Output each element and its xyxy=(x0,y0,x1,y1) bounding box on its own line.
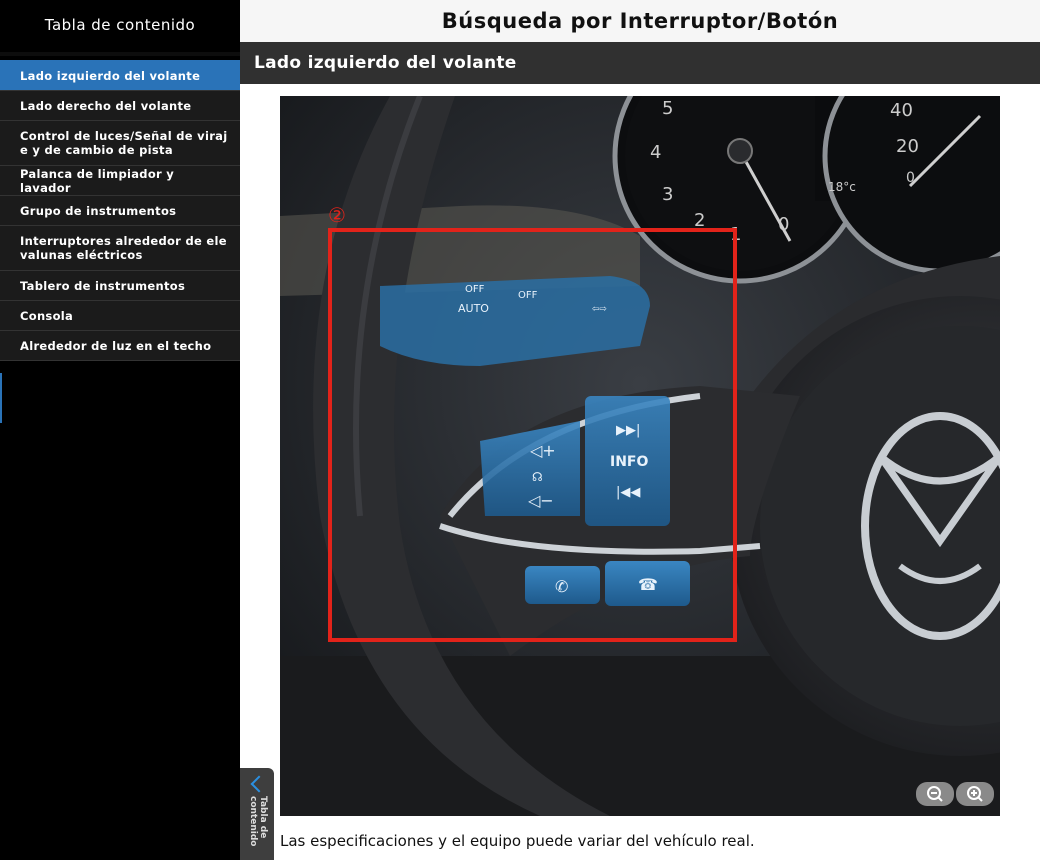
svg-text:|◀◀: |◀◀ xyxy=(616,485,640,500)
page-title: Búsqueda por Interruptor/Botón xyxy=(240,0,1040,42)
nav-item-ceiling-light[interactable]: Alrededor de luz en el techo xyxy=(0,330,240,361)
svg-text:OFF: OFF xyxy=(465,284,485,295)
nav-item-instrument-cluster[interactable]: Grupo de instrumentos xyxy=(0,195,240,225)
zoom-in-button[interactable] xyxy=(956,782,994,806)
callout-marker: ② xyxy=(328,203,346,227)
svg-text:4: 4 xyxy=(650,142,661,163)
main-panel: Búsqueda por Interruptor/Botón Lado izqu… xyxy=(240,0,1040,860)
svg-text:OFF: OFF xyxy=(518,290,538,301)
section-title: Lado izquierdo del volante xyxy=(240,42,1040,84)
nav-item-right-steering[interactable]: Lado derecho del volante xyxy=(0,90,240,120)
steering-wheel-illustration: 5 4 3 2 1 0 40 20 0 18°c OFF AUTO OFF ⇦⇨… xyxy=(280,96,1000,816)
svg-text:◁−: ◁− xyxy=(527,491,554,510)
nav-item-wiper-lever[interactable]: Palanca de limpiador y lavador xyxy=(0,165,240,195)
svg-text:18°c: 18°c xyxy=(828,180,856,194)
nav-item-label: Lado izquierdo del volante xyxy=(20,68,201,83)
phone-buttons-icon: ✆ ☎ xyxy=(525,561,690,606)
nav-item-left-steering[interactable]: Lado izquierdo del volante xyxy=(0,60,240,90)
nav-item-power-window-switches[interactable]: Interruptores alrededor de ele valunas e… xyxy=(0,225,240,270)
toc-toggle-tab[interactable]: Tabla de contenido xyxy=(240,768,274,860)
chevron-left-icon xyxy=(250,775,268,793)
zoom-out-button[interactable] xyxy=(916,782,954,806)
sidebar-title: Tabla de contenido xyxy=(0,0,240,56)
svg-text:3: 3 xyxy=(662,184,673,205)
zoom-controls xyxy=(916,782,994,806)
nav-item-label: Lado derecho del volante xyxy=(20,98,192,113)
svg-text:☊: ☊ xyxy=(532,470,543,484)
zoom-out-icon xyxy=(927,786,943,802)
sidebar: Tabla de contenido Lado izquierdo del vo… xyxy=(0,0,240,860)
scroll-indicator xyxy=(0,373,2,423)
toc-tab-label: Tabla de contenido xyxy=(248,796,268,847)
svg-text:☎: ☎ xyxy=(638,575,658,594)
svg-text:40: 40 xyxy=(890,100,913,121)
svg-text:5: 5 xyxy=(662,98,673,119)
nav-item-dashboard[interactable]: Tablero de instrumentos xyxy=(0,270,240,300)
svg-text:20: 20 xyxy=(896,136,919,157)
toc-list: Lado izquierdo del volante Lado derecho … xyxy=(0,60,240,361)
nav-item-label: Palanca de limpiador y lavador xyxy=(20,166,175,195)
nav-item-label: Grupo de instrumentos xyxy=(20,203,177,218)
nav-item-label: Interruptores alrededor de ele valunas e… xyxy=(20,234,227,262)
svg-text:✆: ✆ xyxy=(555,577,568,596)
nav-item-label: Control de luces/Señal de viraj e y de c… xyxy=(20,129,228,157)
zoom-in-icon xyxy=(967,786,983,802)
svg-text:INFO: INFO xyxy=(610,454,648,470)
svg-text:AUTO: AUTO xyxy=(458,302,489,315)
nav-item-console[interactable]: Consola xyxy=(0,300,240,330)
nav-item-label: Consola xyxy=(20,308,74,323)
svg-text:0: 0 xyxy=(778,214,789,235)
disclaimer-text: Las especificaciones y el equipo puede v… xyxy=(280,832,755,850)
nav-item-label: Tablero de instrumentos xyxy=(20,278,186,293)
svg-text:◁+: ◁+ xyxy=(529,441,556,460)
svg-text:⇦⇨: ⇦⇨ xyxy=(592,301,607,315)
nav-item-lights-control[interactable]: Control de luces/Señal de viraj e y de c… xyxy=(0,120,240,165)
svg-text:▶▶|: ▶▶| xyxy=(616,423,640,438)
nav-item-label: Alrededor de luz en el techo xyxy=(20,338,212,353)
steering-wheel-figure: 5 4 3 2 1 0 40 20 0 18°c OFF AUTO OFF ⇦⇨… xyxy=(280,96,1000,816)
svg-text:2: 2 xyxy=(694,210,705,231)
